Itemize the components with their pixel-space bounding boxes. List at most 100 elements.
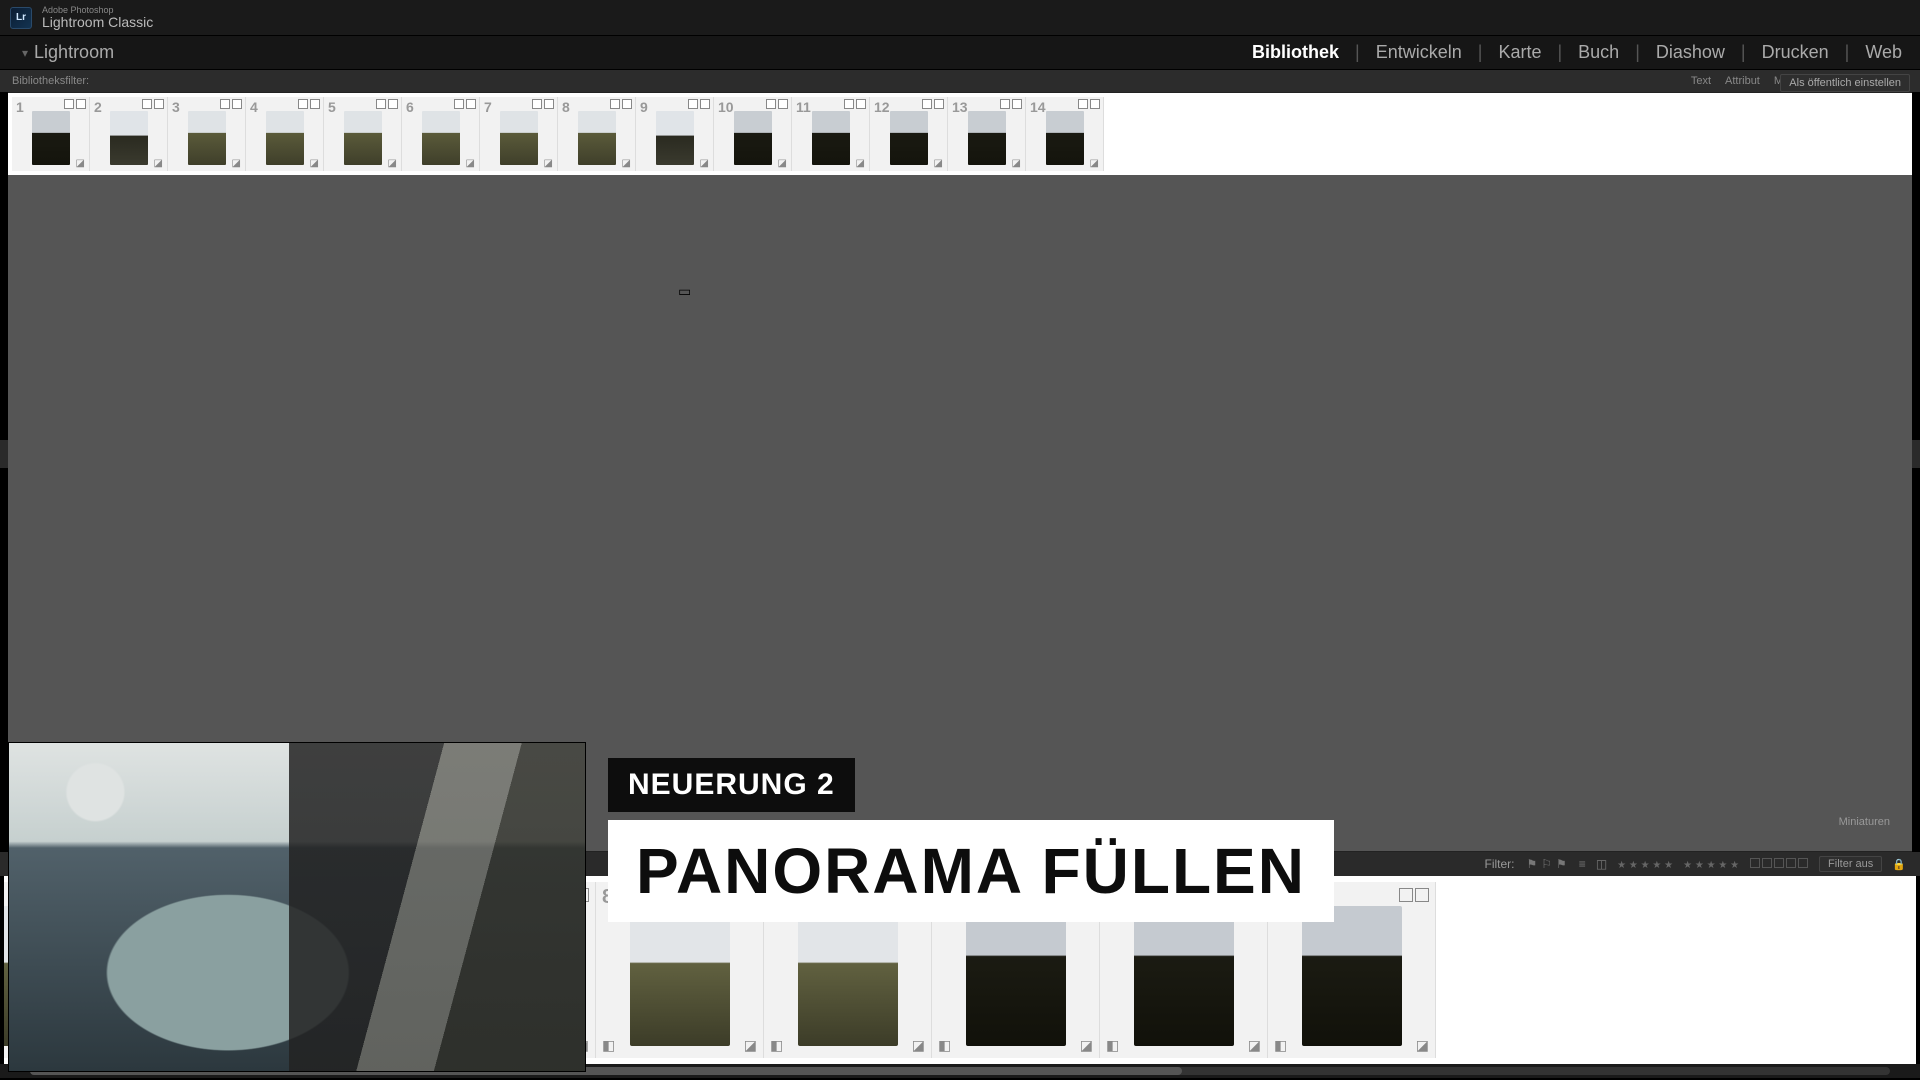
identity-label: Lightroom [34, 42, 114, 63]
title-headline: PANORAMA FÜLLEN [608, 820, 1334, 922]
thumbnail-flag-icon: ◪ [1012, 158, 1021, 169]
thumbnail-index: 9 [640, 99, 648, 115]
app-name: Lightroom Classic [42, 15, 153, 29]
thumbnail-image [266, 111, 304, 165]
grid-thumbnail[interactable]: 2◪ [90, 97, 168, 171]
left-panel-toggle[interactable] [0, 440, 8, 468]
grid-thumbnail[interactable]: 13◪ [948, 97, 1026, 171]
thumbnail-index: 8 [562, 99, 570, 115]
filmstrip-flag-bl: ◧ [770, 1037, 783, 1054]
thumbnail-index: 12 [874, 99, 890, 115]
thumbnail-badges [298, 99, 320, 109]
thumbnail-badges [64, 99, 86, 109]
thumbnail-index: 4 [250, 99, 258, 115]
compare-icon[interactable]: ◫ [1596, 857, 1607, 871]
thumbnail-badges [220, 99, 242, 109]
thumbnail-index: 6 [406, 99, 414, 115]
module-web[interactable]: Web [1859, 40, 1908, 65]
thumbnail-index: 10 [718, 99, 734, 115]
thumbnail-image [734, 111, 772, 165]
filter-lock-icon[interactable]: 🔒 [1892, 858, 1906, 871]
grid-thumbnail[interactable]: 10 ◪ [714, 97, 792, 171]
thumbnail-badges [376, 99, 398, 109]
rating-filters[interactable]: ★ ★ ★ ★ ★ ★ ★ ★ ★ ★ [1617, 857, 1739, 871]
grid-thumbnail[interactable]: 7◪ [480, 97, 558, 171]
thumbnail-image [500, 111, 538, 165]
grid-view[interactable]: 1◪2◪3◪4◪5◪6◪7◪8◪9◪10◪11◪12◪13◪14◪ ▭ [8, 92, 1912, 852]
thumbnail-badges [688, 99, 710, 109]
filmstrip-image [798, 906, 898, 1046]
titlebar: Lr Adobe Photoshop Lightroom Classic [0, 0, 1920, 36]
publish-button[interactable]: Als öffentlich einstellen [1780, 74, 1910, 92]
module-entwickeln[interactable]: Entwickeln [1370, 40, 1468, 65]
thumbnail-index: 14 [1030, 99, 1046, 115]
thumbnail-badges [766, 99, 788, 109]
thumbnail-image [344, 111, 382, 165]
thumbnail-flag-icon: ◪ [856, 158, 865, 169]
module-karte[interactable]: Karte [1492, 40, 1547, 65]
module-bibliothek[interactable]: Bibliothek [1246, 40, 1345, 65]
thumbnail-flag-icon: ◪ [622, 158, 631, 169]
thumbnail-flag-icon: ◪ [76, 158, 85, 169]
module-buch[interactable]: Buch [1572, 40, 1625, 65]
filmstrip-flag-bl: ◧ [938, 1037, 951, 1054]
filmstrip-flag-br: ◪ [744, 1037, 757, 1054]
library-filter-label: Bibliotheksfilter: [12, 75, 89, 87]
filmstrip-flag-bl: ◧ [1106, 1037, 1119, 1054]
flag-filters[interactable]: ⚑⚐⚑ [1525, 857, 1569, 871]
thumbnail-index: 3 [172, 99, 180, 115]
thumbnail-flag-icon: ◪ [544, 158, 553, 169]
thumbnail-index: 2 [94, 99, 102, 115]
thumbnails-label: Miniaturen [1839, 816, 1890, 828]
thumbnail-badges [142, 99, 164, 109]
thumbnail-flag-icon: ◪ [700, 158, 709, 169]
thumbnail-image [578, 111, 616, 165]
right-panel-toggle[interactable] [1912, 440, 1920, 468]
color-filters[interactable] [1749, 857, 1809, 871]
filmstrip-flag-br: ◪ [1080, 1037, 1093, 1054]
sort-icon[interactable]: ≡ [1579, 857, 1586, 871]
grid-thumbnail[interactable]: 14◪ [1026, 97, 1104, 171]
thumbnail-flag-icon: ◪ [778, 158, 787, 169]
grid-thumbnail[interactable]: 6◪ [402, 97, 480, 171]
thumbnail-flag-icon: ◪ [154, 158, 163, 169]
grid-thumbnail[interactable]: 5◪ [324, 97, 402, 171]
filmstrip-badges [1399, 888, 1429, 902]
filter-attribut[interactable]: Attribut [1725, 75, 1760, 87]
thumbnail-image [422, 111, 460, 165]
filmstrip-image [1134, 906, 1234, 1046]
thumbnail-image [812, 111, 850, 165]
thumbnail-badges [532, 99, 554, 109]
grid-thumbnail[interactable]: 8◪ [558, 97, 636, 171]
grid-thumbnail[interactable]: 3◪ [168, 97, 246, 171]
grid-thumbnail[interactable]: 4◪ [246, 97, 324, 171]
filter-text[interactable]: Text [1691, 75, 1711, 87]
thumbnail-flag-icon: ◪ [466, 158, 475, 169]
filmstrip-flag-br: ◪ [1416, 1037, 1429, 1054]
thumbnail-index: 11 [796, 99, 811, 115]
thumbnail-image [890, 111, 928, 165]
thumbnail-image [1046, 111, 1084, 165]
grid-thumbnail[interactable]: 12◪ [870, 97, 948, 171]
grid-thumbnail[interactable]: 1◪ [12, 97, 90, 171]
identity-plate[interactable]: ▾ Lightroom [22, 36, 114, 69]
thumbnail-image [968, 111, 1006, 165]
grid-thumbnail[interactable]: 9◪ [636, 97, 714, 171]
grid-thumbnail[interactable]: 11 ◪ [792, 97, 870, 171]
thumbnail-badges [1000, 99, 1022, 109]
thumbnail-badges [1078, 99, 1100, 109]
webcam-overlay [8, 742, 586, 1072]
module-drucken[interactable]: Drucken [1756, 40, 1835, 65]
library-filter-bar: Bibliotheksfilter: Text Attribut Metadat… [0, 70, 1920, 92]
thumbnail-badges [922, 99, 944, 109]
module-picker: ▾ Lightroom Bibliothek| Entwickeln| Kart… [0, 36, 1920, 70]
thumbnail-flag-icon: ◪ [232, 158, 241, 169]
thumbnail-image [656, 111, 694, 165]
thumbnail-image [110, 111, 148, 165]
thumbnail-flag-icon: ◪ [310, 158, 319, 169]
thumbnail-badges [454, 99, 476, 109]
thumbnail-badges [610, 99, 632, 109]
module-diashow[interactable]: Diashow [1650, 40, 1731, 65]
chevron-down-icon: ▾ [22, 46, 28, 60]
bottom-filter-off[interactable]: Filter aus [1819, 856, 1882, 872]
